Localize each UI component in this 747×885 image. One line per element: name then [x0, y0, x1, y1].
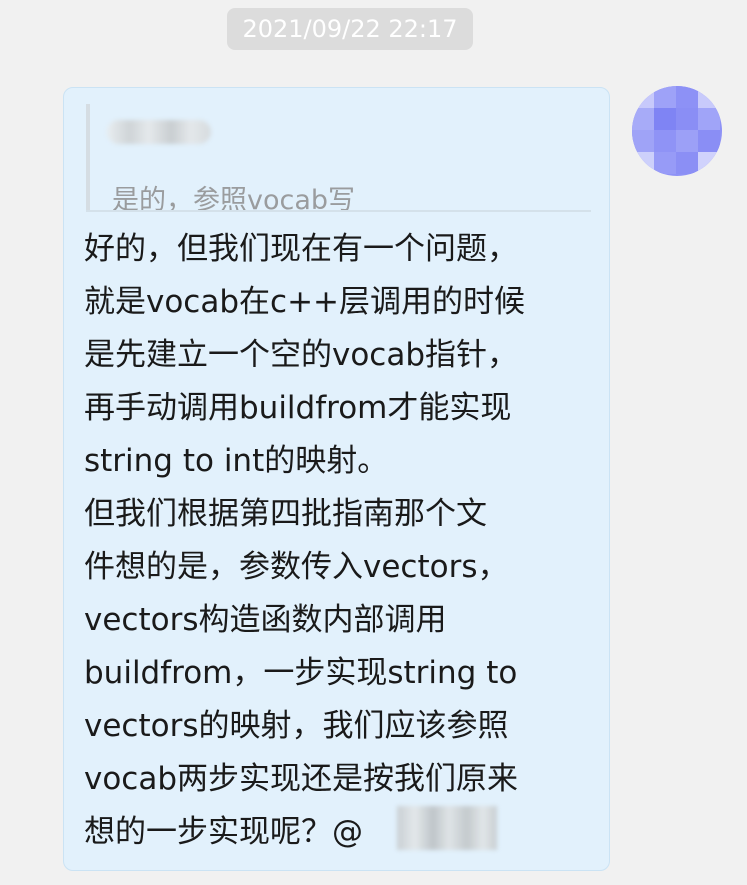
avatar-pixel — [676, 130, 698, 152]
avatar-pixel — [632, 152, 654, 174]
message-line: vectors构造函数内部调用 — [84, 602, 447, 638]
avatar-pixel — [632, 86, 654, 108]
message-line: 就是vocab在c++层调用的时候 — [84, 284, 526, 320]
avatar-pixel — [676, 152, 698, 174]
avatar-pixel — [632, 108, 654, 130]
message-line: vectors的映射，我们应该参照 — [84, 708, 509, 744]
quoted-sender-name-redacted — [107, 120, 211, 144]
avatar-pixel — [698, 130, 720, 152]
avatar-pixel — [676, 86, 698, 108]
mention-name-redacted[interactable] — [397, 806, 497, 850]
avatar-pixel — [654, 130, 676, 152]
message-line: vocab两步实现还是按我们原来 — [84, 761, 519, 797]
avatar-pixel — [654, 86, 676, 108]
quoted-reply[interactable]: 是的，参照vocab写 — [86, 104, 595, 216]
avatar-pixel — [676, 108, 698, 130]
sender-avatar[interactable] — [632, 86, 722, 176]
avatar-pixel — [654, 108, 676, 130]
avatar-pixel — [632, 130, 654, 152]
message-line: 好的，但我们现在有一个问题， — [84, 231, 518, 267]
avatar-pixel — [654, 152, 676, 174]
message-line: 再手动调用buildfrom才能实现 — [84, 390, 512, 426]
timestamp-badge: 2021/09/22 22:17 — [227, 8, 473, 50]
avatar-pixel — [698, 108, 720, 130]
message-line: 但我们根据第四批指南那个文 — [84, 496, 487, 532]
message-line: 是先建立一个空的vocab指针， — [84, 337, 519, 373]
chat-screen: 2021/09/22 22:17 是的，参照vocab写 好的，但我们现在有一个… — [0, 0, 747, 885]
message-bubble[interactable]: 是的，参照vocab写 好的，但我们现在有一个问题， 就是vocab在c++层调… — [63, 87, 610, 871]
message-line: string to int的映射。 — [84, 443, 389, 479]
message-line: buildfrom，一步实现string to — [84, 655, 518, 691]
avatar-pixel — [698, 86, 720, 108]
avatar-pixel — [698, 152, 720, 174]
message-line: 件想的是，参数传入vectors， — [84, 549, 509, 585]
quote-divider — [86, 210, 591, 212]
message-line: 想的一步实现呢？@ — [84, 814, 363, 850]
